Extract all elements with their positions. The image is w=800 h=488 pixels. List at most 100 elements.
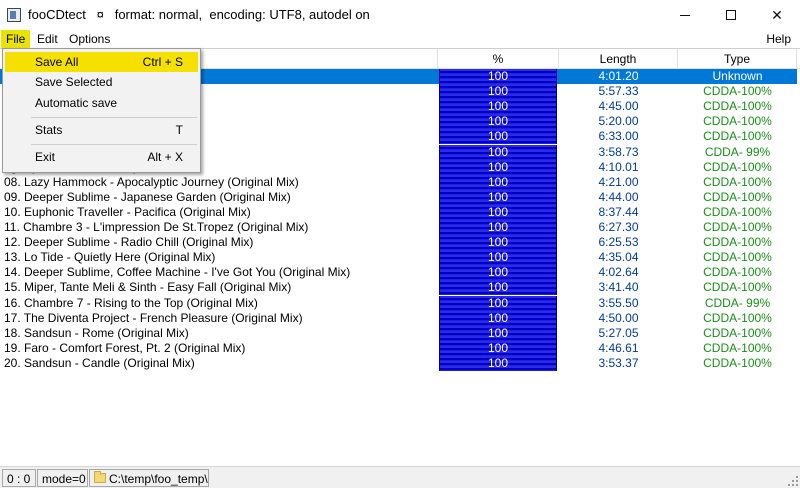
maximize-button[interactable] — [708, 0, 754, 30]
length-cell: 4:50.00 — [598, 310, 639, 325]
menu-separator — [31, 144, 197, 145]
type-cell: CDDA-100% — [703, 250, 772, 265]
type-cell: CDDA-100% — [703, 340, 772, 355]
track-name-cell: 20. Sandsun - Candle (Original Mix) — [4, 355, 195, 370]
close-button[interactable]: ✕ — [754, 0, 800, 30]
minimize-icon — [680, 14, 690, 16]
type-cell: CDDA-100% — [703, 355, 772, 370]
file-menu-dropdown: Save All Ctrl + S Save Selected Automati… — [2, 48, 201, 173]
length-cell: 3:53.37 — [598, 355, 639, 370]
percent-bar-cell: 100 — [439, 84, 557, 100]
column-header-percent[interactable]: % — [438, 49, 559, 69]
table-row[interactable]: 08. Lazy Hammock - Apocalyptic Journey (… — [0, 174, 797, 190]
window-title: fooCDtect ¤ format: normal, encoding: UT… — [28, 7, 370, 22]
track-name-cell: 10. Euphonic Traveller - Pacifica (Origi… — [4, 204, 251, 219]
percent-bar-cell: 100 — [439, 99, 557, 115]
length-cell: 3:55.50 — [598, 295, 639, 310]
percent-bar-cell: 100 — [439, 250, 557, 266]
menu-item-label: Save Selected — [35, 75, 113, 89]
track-name-cell: 19. Faro - Comfort Forest, Pt. 2 (Origin… — [4, 340, 246, 355]
minimize-button[interactable] — [662, 0, 708, 30]
type-cell: CDDA-100% — [703, 310, 772, 325]
type-cell: Unknown — [712, 69, 763, 83]
track-name-cell: 15. Miper, Tante Meli & Sinth - Easy Fal… — [4, 280, 292, 295]
table-row[interactable]: 16. Chambre 7 - Rising to the Top (Origi… — [0, 295, 797, 311]
percent-bar-cell: 100 — [439, 144, 557, 160]
menu-item-save-all[interactable]: Save All Ctrl + S — [5, 52, 198, 72]
length-cell: 3:41.40 — [598, 280, 639, 295]
percent-bar-cell: 100 — [439, 159, 557, 175]
percent-bar-cell: 100 — [439, 114, 557, 130]
track-name-cell: 12. Deeper Sublime - Radio Chill (Origin… — [4, 235, 254, 250]
length-cell: 6:27.30 — [598, 220, 639, 234]
type-cell: CDDA-100% — [703, 189, 772, 204]
percent-bar-cell: 100 — [439, 69, 557, 84]
table-row[interactable]: 12. Deeper Sublime - Radio Chill (Origin… — [0, 235, 797, 251]
length-cell: 4:10.01 — [598, 159, 639, 174]
percent-bar-cell: 100 — [439, 355, 557, 371]
track-name-cell: 16. Chambre 7 - Rising to the Top (Origi… — [4, 295, 258, 310]
table-row[interactable]: 10. Euphonic Traveller - Pacifica (Origi… — [0, 204, 797, 220]
menu-item-shortcut: Alt + X — [147, 150, 183, 164]
status-path-text: C:\temp\foo_temp\ — [109, 472, 208, 486]
menu-edit[interactable]: Edit — [32, 30, 63, 48]
table-row[interactable]: 14. Deeper Sublime, Coffee Machine - I'v… — [0, 265, 797, 281]
menu-bar: File Edit Options Help — [0, 30, 800, 48]
column-header-length[interactable]: Length — [559, 49, 678, 69]
table-row[interactable]: 17. The Diventa Project - French Pleasur… — [0, 310, 797, 326]
track-name-cell: 17. The Diventa Project - French Pleasur… — [4, 310, 303, 325]
type-cell: CDDA-100% — [703, 114, 772, 129]
app-icon — [7, 8, 21, 22]
percent-bar-cell: 100 — [439, 310, 557, 326]
type-cell: CDDA-100% — [703, 84, 772, 99]
menu-item-label: Stats — [35, 123, 63, 137]
length-cell: 4:01.20 — [598, 69, 639, 83]
percent-bar-cell: 100 — [439, 340, 557, 356]
type-cell: CDDA-100% — [703, 174, 772, 189]
menu-item-automatic-save[interactable]: Automatic save — [5, 93, 198, 113]
type-cell: CDDA-100% — [703, 235, 772, 250]
table-row[interactable]: 20. Sandsun - Candle (Original Mix) 100 3:… — [0, 355, 797, 371]
track-name-cell: 11. Chambre 3 - L'impression De St.Trope… — [4, 220, 309, 234]
status-position: 0 : 0 — [2, 469, 36, 487]
track-name-cell: 18. Sandsun - Rome (Original Mix) — [4, 325, 189, 340]
track-name-cell: 14. Deeper Sublime, Coffee Machine - I'v… — [4, 265, 351, 280]
table-row[interactable]: 19. Faro - Comfort Forest, Pt. 2 (Origin… — [0, 340, 797, 356]
percent-bar-cell: 100 — [439, 220, 557, 235]
length-cell: 4:44.00 — [598, 189, 639, 204]
menu-item-shortcut: T — [175, 123, 183, 137]
status-path: C:\temp\foo_temp\ — [89, 469, 209, 487]
folder-icon — [94, 471, 106, 483]
table-row[interactable]: 11. Chambre 3 - L'impression De St.Trope… — [0, 220, 797, 235]
type-cell: CDDA-100% — [703, 280, 772, 295]
percent-bar-cell: 100 — [439, 174, 557, 190]
type-cell: CDDA- 99% — [704, 295, 771, 310]
menu-item-save-selected[interactable]: Save Selected — [5, 72, 198, 92]
menu-item-exit[interactable]: Exit Alt + X — [5, 147, 198, 167]
close-icon: ✕ — [771, 6, 783, 23]
track-name-cell: 09. Deeper Sublime - Japanese Garden (Or… — [4, 189, 291, 204]
menu-item-stats[interactable]: Stats T — [5, 120, 198, 140]
column-header-type[interactable]: Type — [678, 49, 797, 69]
percent-bar-cell: 100 — [439, 265, 557, 281]
table-row[interactable]: 15. Miper, Tante Meli & Sinth - Easy Fal… — [0, 280, 797, 296]
length-cell: 4:02.64 — [598, 265, 639, 280]
menu-item-shortcut: Ctrl + S — [142, 55, 183, 69]
type-cell: CDDA- 99% — [704, 144, 771, 159]
table-row[interactable]: 13. Lo Tide - Quietly Here (Original Mix… — [0, 250, 797, 266]
length-cell: 5:57.33 — [598, 84, 639, 99]
table-row[interactable]: 18. Sandsun - Rome (Original Mix) 100 5:27… — [0, 325, 797, 341]
menu-file[interactable]: File — [1, 30, 31, 48]
resize-grip-icon[interactable] — [788, 476, 798, 486]
menu-help[interactable]: Help — [761, 30, 796, 48]
percent-bar-cell: 100 — [439, 280, 557, 296]
type-cell: CDDA-100% — [703, 99, 772, 114]
type-cell: CDDA-100% — [703, 265, 772, 280]
track-name-cell: 08. Lazy Hammock - Apocalyptic Journey (… — [4, 174, 299, 189]
menu-item-label: Save All — [35, 55, 79, 69]
maximize-icon — [726, 10, 736, 20]
menu-options[interactable]: Options — [64, 30, 115, 48]
length-cell: 8:37.44 — [598, 204, 639, 219]
menu-separator — [31, 117, 197, 118]
table-row[interactable]: 09. Deeper Sublime - Japanese Garden (Or… — [0, 189, 797, 205]
